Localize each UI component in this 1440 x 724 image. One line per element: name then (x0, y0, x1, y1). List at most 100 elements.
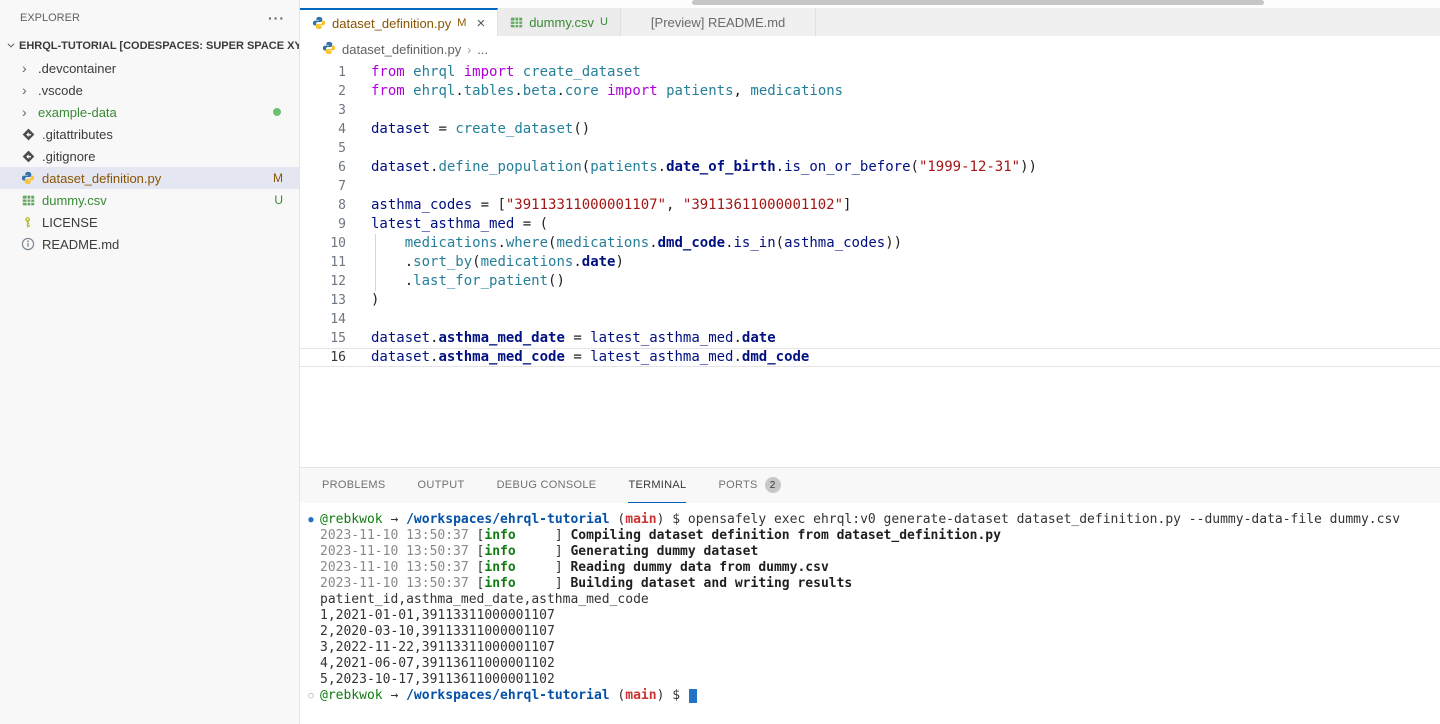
terminal[interactable]: ●@rebkwok → /workspaces/ehrql-tutorial (… (300, 503, 1440, 704)
file-item-example-data[interactable]: › example-data (0, 101, 299, 123)
indent-guide (375, 234, 376, 253)
panel-tab-output[interactable]: OUTPUT (418, 468, 465, 503)
code-text: ) (346, 291, 379, 310)
code-text: from ehrql import create_dataset (346, 63, 641, 82)
code-text: .last_for_patient() (346, 272, 565, 291)
line-number: 10 (300, 234, 346, 253)
code-line-12[interactable]: 12 .last_for_patient() (300, 272, 1440, 291)
code-text: dataset.asthma_med_date = latest_asthma_… (346, 329, 776, 348)
code-line-3[interactable]: 3 (300, 101, 1440, 120)
code-line-2[interactable]: 2from ehrql.tables.beta.core import pati… (300, 82, 1440, 101)
line-number: 8 (300, 196, 346, 215)
panel-tab-debug-console[interactable]: DEBUG CONSOLE (497, 468, 597, 503)
line-number: 13 (300, 291, 346, 310)
tabbar-scrollbar[interactable] (692, 0, 1264, 5)
panel-tab-terminal[interactable]: TERMINAL (628, 468, 686, 503)
line-number: 9 (300, 215, 346, 234)
line-number: 6 (300, 158, 346, 177)
code-line-8[interactable]: 8asthma_codes = ["39113311000001107", "3… (300, 196, 1440, 215)
tab-dataset-definition.py[interactable]: dataset_definition.pyM× (300, 8, 498, 36)
explorer-title: EXPLORER (20, 12, 80, 24)
code-line-4[interactable]: 4dataset = create_dataset() (300, 120, 1440, 139)
breadcrumb-file[interactable]: dataset_definition.py (342, 42, 461, 57)
code-editor[interactable]: 1from ehrql import create_dataset2from e… (300, 63, 1440, 467)
table-icon (20, 194, 36, 207)
ports-count-badge: 2 (765, 477, 781, 493)
file-name: example-data (38, 105, 117, 120)
code-text: dataset.asthma_med_code = latest_asthma_… (346, 348, 809, 367)
editor-group: dataset_definition.pyM×dummy.csvU[Previe… (300, 0, 1440, 724)
panel-tab-label: PROBLEMS (322, 479, 386, 491)
line-number: 12 (300, 272, 346, 291)
code-line-10[interactable]: 10 medications.where(medications.dmd_cod… (300, 234, 1440, 253)
indent-guide (375, 272, 376, 291)
line-number: 5 (300, 139, 346, 158)
explorer-root-folder[interactable]: EHRQL-TUTORIAL [CODESPACES: SUPER SPACE … (0, 35, 299, 57)
git-icon (20, 128, 36, 141)
code-text (346, 101, 371, 120)
code-text (346, 310, 371, 329)
code-line-11[interactable]: 11 .sort_by(medications.date) (300, 253, 1440, 272)
code-text: dataset.define_population(patients.date_… (346, 158, 1037, 177)
python-icon (322, 41, 336, 58)
breadcrumb[interactable]: dataset_definition.py › ... (300, 36, 1440, 63)
terminal-line: patient_id,asthma_med_date,asthma_med_co… (300, 592, 1440, 608)
panel-tab-label: DEBUG CONSOLE (497, 479, 597, 491)
file-item-.gitattributes[interactable]: .gitattributes (0, 123, 299, 145)
terminal-line: 4,2021-06-07,39113611000001102 (300, 656, 1440, 672)
tab--preview--readme.md[interactable]: [Preview] README.md (621, 8, 816, 36)
close-icon[interactable]: × (476, 16, 485, 31)
file-name: .gitignore (42, 149, 95, 164)
terminal-line: 2023-11-10 13:50:37 [info ] Compiling da… (300, 528, 1440, 544)
file-item-dataset-definition.py[interactable]: dataset_definition.py M (0, 167, 299, 189)
file-item-.gitignore[interactable]: .gitignore (0, 145, 299, 167)
root-folder-label: EHRQL-TUTORIAL [CODESPACES: SUPER SPACE … (19, 40, 299, 52)
code-line-5[interactable]: 5 (300, 139, 1440, 158)
breadcrumb-separator: › (467, 43, 471, 57)
tab-dummy.csv[interactable]: dummy.csvU (498, 8, 621, 36)
file-item-dummy.csv[interactable]: dummy.csvU (0, 189, 299, 211)
line-number: 7 (300, 177, 346, 196)
file-name: dataset_definition.py (42, 171, 161, 186)
file-name: .devcontainer (38, 61, 116, 76)
file-name: .gitattributes (42, 127, 113, 142)
file-item-readme.md[interactable]: README.md (0, 233, 299, 255)
panel-tab-problems[interactable]: PROBLEMS (322, 468, 386, 503)
terminal-line: ●@rebkwok → /workspaces/ehrql-tutorial (… (300, 512, 1440, 528)
code-line-7[interactable]: 7 (300, 177, 1440, 196)
line-number: 11 (300, 253, 346, 272)
line-number: 14 (300, 310, 346, 329)
terminal-line: 2023-11-10 13:50:37 [info ] Generating d… (300, 544, 1440, 560)
code-line-13[interactable]: 13) (300, 291, 1440, 310)
table-icon (510, 16, 523, 29)
chevron-right-icon: › (22, 83, 34, 97)
code-text: .sort_by(medications.date) (346, 253, 624, 272)
file-item-.vscode[interactable]: › .vscode (0, 79, 299, 101)
breadcrumb-symbol[interactable]: ... (477, 42, 488, 57)
line-number: 3 (300, 101, 346, 120)
file-item-.devcontainer[interactable]: ›.devcontainer (0, 57, 299, 79)
code-line-16[interactable]: 16dataset.asthma_med_code = latest_asthm… (300, 348, 1440, 367)
git-status-badge: M (273, 171, 283, 185)
panel-tab-ports[interactable]: PORTS2 (718, 468, 780, 503)
code-line-9[interactable]: 9latest_asthma_med = ( (300, 215, 1440, 234)
terminal-line: 3,2022-11-22,39113311000001107 (300, 640, 1440, 656)
terminal-line: 1,2021-01-01,39113311000001107 (300, 608, 1440, 624)
code-line-1[interactable]: 1from ehrql import create_dataset (300, 63, 1440, 82)
file-name: .vscode (38, 83, 83, 98)
git-status-badge: U (600, 16, 608, 28)
terminal-line: 2023-11-10 13:50:37 [info ] Building dat… (300, 576, 1440, 592)
chevron-down-icon (6, 40, 16, 53)
chevron-right-icon: › (22, 105, 34, 119)
code-line-15[interactable]: 15dataset.asthma_med_date = latest_asthm… (300, 329, 1440, 348)
code-text: from ehrql.tables.beta.core import patie… (346, 82, 843, 101)
code-line-6[interactable]: 6dataset.define_population(patients.date… (300, 158, 1440, 177)
terminal-line: ○@rebkwok → /workspaces/ehrql-tutorial (… (300, 688, 1440, 704)
panel-tab-label: OUTPUT (418, 479, 465, 491)
file-name: README.md (42, 237, 119, 252)
code-line-14[interactable]: 14 (300, 310, 1440, 329)
file-item-license[interactable]: LICENSE (0, 211, 299, 233)
file-name: dummy.csv (42, 193, 107, 208)
line-number: 15 (300, 329, 346, 348)
more-actions-icon[interactable]: ··· (268, 10, 285, 26)
